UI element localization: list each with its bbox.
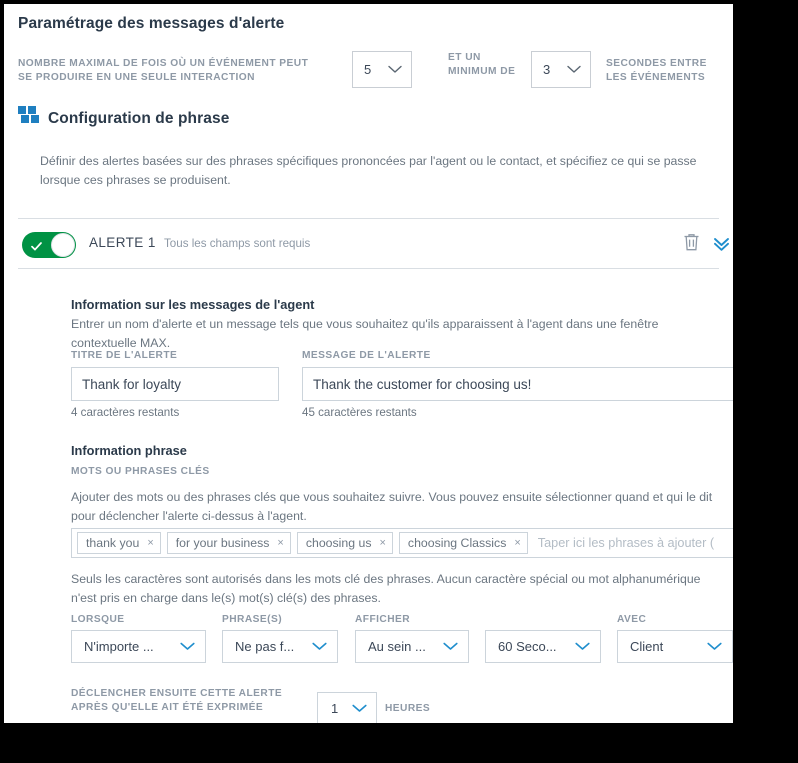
- phrases-label: Phrase(s): [222, 614, 283, 625]
- when-select[interactable]: N'importe ...: [71, 630, 206, 663]
- max-events-value: 5: [364, 62, 372, 77]
- keywords-input-placeholder: Taper ici les phrases à ajouter (: [537, 536, 715, 550]
- keyword-tag-label: choosing Classics: [407, 536, 507, 550]
- duration-value: 60 Seco...: [498, 639, 557, 654]
- retrigger-label: Déclencher ensuite cette alerte après qu…: [71, 688, 283, 713]
- alert-message-label: Message de l'alerte: [302, 350, 431, 361]
- min-seconds-value: 3: [543, 62, 551, 77]
- keywords-label: Mots ou phrases clés: [71, 466, 210, 477]
- min-events-label: Et un minimum de: [448, 52, 516, 77]
- quote-icon: [18, 106, 40, 131]
- chevron-down-icon: [180, 639, 195, 654]
- chevron-down-icon: [567, 62, 581, 77]
- alert-required-hint: Tous les champs sont requis: [164, 237, 311, 250]
- agent-message-heading: Information sur les messages de l'agent: [71, 297, 315, 312]
- phrase-config-description: Définir des alertes basées sur des phras…: [40, 154, 697, 187]
- alert-title-remaining: 4 caractères restants: [71, 406, 180, 419]
- divider: [18, 218, 719, 219]
- remove-tag-icon[interactable]: ×: [277, 537, 283, 549]
- alert-message-remaining: 45 caractères restants: [302, 406, 417, 419]
- display-select[interactable]: Au sein ...: [355, 630, 469, 663]
- keywords-description: Ajouter des mots ou des phrases clés que…: [71, 490, 713, 523]
- keyword-tag[interactable]: choosing Classics ×: [398, 532, 528, 554]
- keyword-tag[interactable]: choosing us ×: [296, 532, 393, 554]
- chevron-down-icon: [352, 701, 367, 716]
- phrase-config-heading: Configuration de phrase: [48, 109, 230, 127]
- divider: [18, 268, 719, 269]
- alert-name: ALERTE 1: [89, 235, 156, 250]
- page-title: Paramétrage des messages d'alerte: [18, 15, 285, 32]
- when-value: N'importe ...: [84, 639, 154, 654]
- with-select[interactable]: Client: [617, 630, 733, 663]
- keyword-tag-label: choosing us: [305, 536, 372, 550]
- keyword-tag[interactable]: thank you ×: [77, 532, 161, 554]
- with-value: Client: [630, 639, 664, 654]
- alert-header-row: ALERTE 1 Tous les champs sont requis: [18, 229, 729, 263]
- alert-enable-toggle[interactable]: [22, 232, 76, 258]
- display-label: Afficher: [355, 614, 411, 625]
- with-label: Avec: [617, 614, 647, 625]
- remove-tag-icon[interactable]: ×: [514, 537, 520, 549]
- duration-select[interactable]: 60 Seco...: [485, 630, 601, 663]
- chevron-down-icon: [312, 639, 327, 654]
- alert-title-input[interactable]: Thank for loyalty: [71, 367, 279, 401]
- retrigger-hours-select[interactable]: 1: [317, 692, 377, 723]
- phrases-select[interactable]: Ne pas f...: [222, 630, 338, 663]
- chevron-down-icon: [443, 639, 458, 654]
- chevron-down-icon: [388, 62, 402, 77]
- keywords-note: Seuls les caractères sont autorisés dans…: [71, 572, 701, 605]
- keyword-tag-label: thank you: [86, 536, 140, 550]
- chevron-down-icon: [575, 639, 590, 654]
- retrigger-unit-label: heures: [385, 703, 431, 714]
- retrigger-hours-value: 1: [331, 700, 339, 716]
- alert-message-value: Thank the customer for choosing us!: [313, 376, 532, 392]
- chevron-down-icon: [707, 639, 722, 654]
- display-value: Au sein ...: [368, 639, 426, 654]
- keywords-tag-input[interactable]: thank you × for your business × choosing…: [71, 528, 733, 558]
- collapse-alert-button[interactable]: [713, 236, 730, 256]
- toggle-knob: [51, 233, 75, 257]
- alert-title-value: Thank for loyalty: [82, 376, 182, 392]
- settings-panel: Paramétrage des messages d'alerte Nombre…: [4, 4, 733, 723]
- delete-alert-button[interactable]: [683, 233, 700, 257]
- phrase-config-header: Configuration de phrase: [18, 106, 229, 131]
- phrase-info-heading: Information phrase: [71, 443, 187, 458]
- min-seconds-select[interactable]: 3: [531, 51, 591, 88]
- keyword-tag-label: for your business: [175, 536, 270, 550]
- alert-title-label: Titre de l'alerte: [71, 350, 178, 361]
- when-label: Lorsque: [71, 614, 125, 625]
- max-events-row: Nombre maximal de fois où un événement p…: [18, 51, 718, 93]
- agent-message-description: Entrer un nom d'alerte et un message tel…: [71, 317, 659, 350]
- check-icon: [31, 239, 42, 251]
- remove-tag-icon[interactable]: ×: [379, 537, 385, 549]
- alert-message-input[interactable]: Thank the customer for choosing us!: [302, 367, 733, 401]
- max-events-label: Nombre maximal de fois où un événement p…: [18, 58, 309, 83]
- max-events-select[interactable]: 5: [352, 51, 412, 88]
- seconds-between-label: secondes entre les événements: [606, 58, 707, 83]
- trash-icon: [683, 234, 700, 256]
- keyword-tag[interactable]: for your business ×: [166, 532, 291, 554]
- remove-tag-icon[interactable]: ×: [147, 537, 153, 549]
- double-chevron-down-icon: [713, 238, 730, 255]
- phrases-value: Ne pas f...: [235, 639, 295, 654]
